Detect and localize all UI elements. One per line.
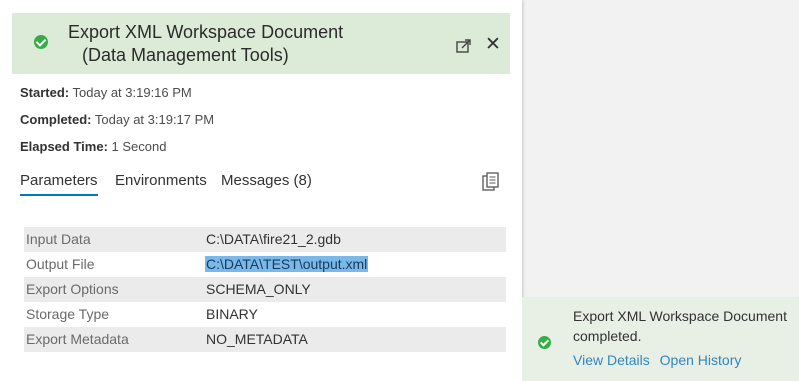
elapsed-value: 1 Second — [111, 139, 167, 154]
completed-row: Completed: Today at 3:19:17 PM — [20, 112, 214, 127]
notification-links: View Details Open History — [573, 352, 747, 368]
tab-parameters[interactable]: Parameters — [20, 172, 98, 196]
tool-header: Export XML Workspace Document (Data Mana… — [12, 13, 510, 74]
param-value[interactable]: SCHEMA_ONLY — [206, 281, 311, 297]
table-row: Output File C:\DATA\TEST\output.xml — [24, 252, 506, 277]
param-value[interactable]: C:\DATA\fire21_2.gdb — [206, 231, 341, 247]
completion-notification: Export XML Workspace Document completed.… — [522, 297, 799, 381]
close-icon[interactable]: ✕ — [485, 35, 501, 54]
table-row: Storage Type BINARY — [24, 302, 506, 327]
tool-title-line1: Export XML Workspace Document — [68, 22, 344, 42]
copy-icon[interactable] — [482, 172, 500, 192]
success-check-icon — [34, 35, 48, 49]
tool-details-panel: Export XML Workspace Document (Data Mana… — [0, 0, 522, 381]
elapsed-row: Elapsed Time: 1 Second — [20, 139, 166, 154]
completed-label: Completed: — [20, 112, 92, 127]
completed-value: Today at 3:19:17 PM — [94, 112, 215, 127]
started-label: Started: — [20, 85, 70, 100]
table-row: Export Metadata NO_METADATA — [24, 327, 506, 352]
started-row: Started: Today at 3:19:16 PM — [20, 85, 192, 100]
param-value[interactable]: NO_METADATA — [206, 331, 308, 347]
parameters-table: Input Data C:\DATA\fire21_2.gdb Output F… — [24, 227, 506, 352]
open-tool-icon[interactable] — [456, 39, 472, 53]
param-name: Storage Type — [26, 306, 110, 322]
tab-messages[interactable]: Messages (8) — [221, 172, 312, 189]
tab-environments[interactable]: Environments — [115, 172, 207, 189]
open-history-link[interactable]: Open History — [660, 352, 742, 368]
started-value: Today at 3:19:16 PM — [72, 85, 192, 100]
tool-title: Export XML Workspace Document (Data Mana… — [68, 21, 343, 67]
param-name: Output File — [26, 256, 95, 272]
param-value-selected[interactable]: C:\DATA\TEST\output.xml — [205, 256, 369, 272]
notification-message: Export XML Workspace Document completed. — [573, 308, 787, 344]
table-row: Input Data C:\DATA\fire21_2.gdb — [24, 227, 506, 252]
view-details-link[interactable]: View Details — [573, 352, 650, 368]
tool-title-line2: (Data Management Tools) — [82, 45, 289, 65]
table-row: Export Options SCHEMA_ONLY — [24, 277, 506, 302]
success-check-icon — [538, 336, 551, 349]
param-name: Input Data — [26, 231, 91, 247]
param-name: Export Metadata — [26, 331, 129, 347]
param-name: Export Options — [26, 281, 119, 297]
elapsed-label: Elapsed Time: — [20, 139, 108, 154]
param-value[interactable]: BINARY — [206, 306, 258, 322]
